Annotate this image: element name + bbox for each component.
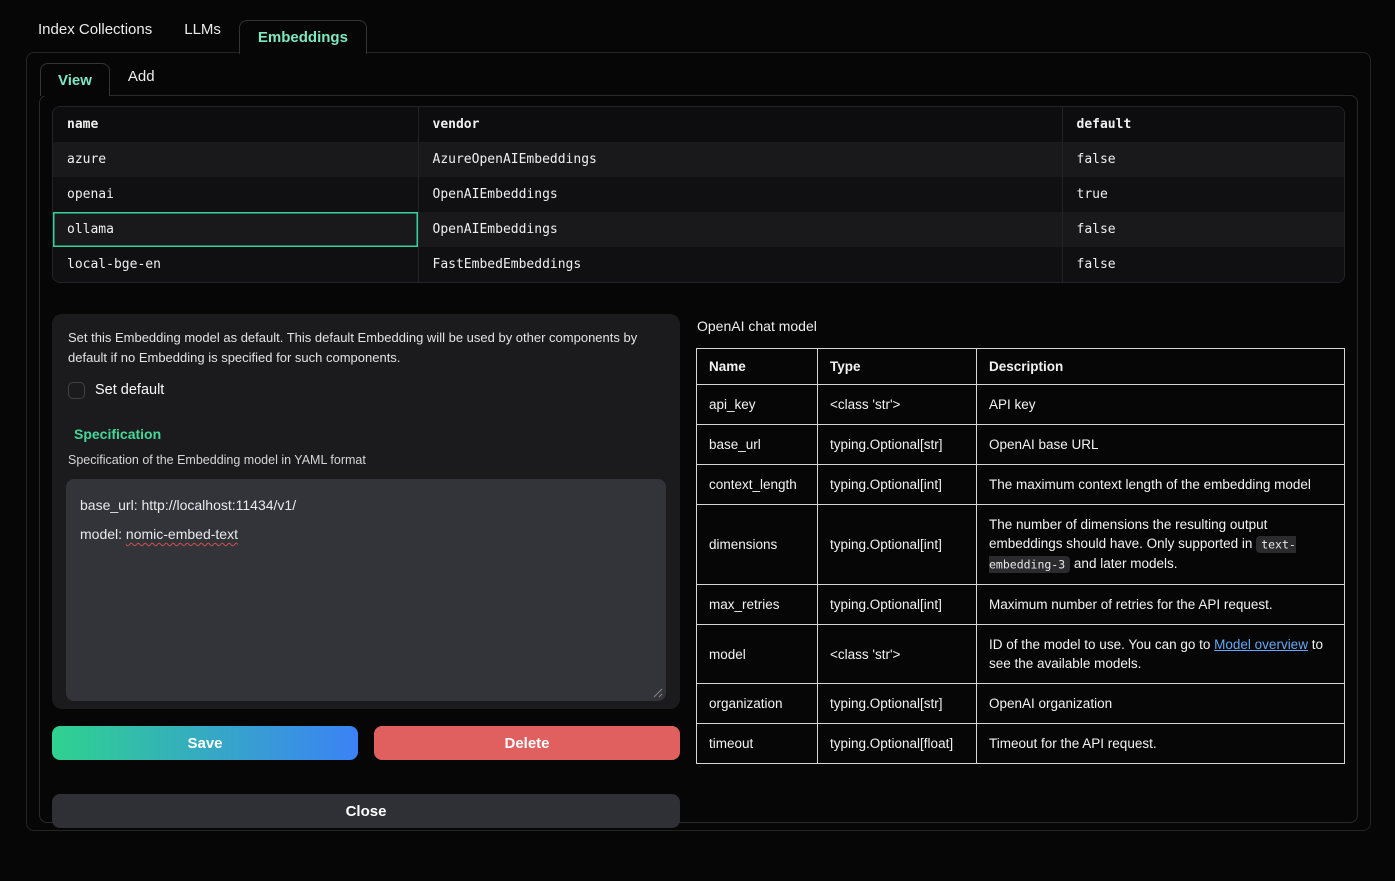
param-description: The number of dimensions the resulting o… [977,505,1345,585]
embedding-row-openai[interactable]: openaiOpenAIEmbeddingstrue [53,177,1344,212]
specification-subtitle: Specification of the Embedding model in … [66,453,666,467]
embedding-row-local-bge-en[interactable]: local-bge-enFastEmbedEmbeddingsfalse [53,247,1344,282]
column-header-vendor: vendor [418,107,1062,142]
param-row-max_retries: max_retriestyping.Optional[int]Maximum n… [697,585,1345,625]
param-description: ID of the model to use. You can go to Mo… [977,625,1345,684]
param-description: OpenAI organization [977,684,1345,724]
param-row-organization: organizationtyping.Optional[str]OpenAI o… [697,684,1345,724]
specification-heading: Specification [66,426,666,442]
param-description: Timeout for the API request. [977,724,1345,764]
param-row-context_length: context_lengthtyping.Optional[int]The ma… [697,465,1345,505]
cell-vendor[interactable]: AzureOpenAIEmbeddings [418,142,1062,177]
param-row-timeout: timeouttyping.Optional[float]Timeout for… [697,724,1345,764]
save-button[interactable]: Save [52,726,358,760]
model-info-title: OpenAI chat model [696,314,1345,334]
tab-add[interactable]: Add [110,68,173,95]
cell-default[interactable]: true [1062,177,1344,212]
param-type: typing.Optional[float] [818,724,977,764]
cell-name[interactable]: openai [53,177,418,212]
sub-tab-bar: View Add [27,53,1370,95]
param-name: dimensions [697,505,818,585]
param-description: The maximum context length of the embedd… [977,465,1345,505]
cell-default[interactable]: false [1062,247,1344,282]
embeddings-table-header: name vendor default [53,107,1344,142]
model-info-column: OpenAI chat model Name Type Description … [696,314,1345,828]
tab-index-collections[interactable]: Index Collections [22,21,168,53]
param-name: max_retries [697,585,818,625]
tab-embeddings[interactable]: Embeddings [239,20,367,54]
column-header-name: name [53,107,418,142]
model-info-table: Name Type Description api_key<class 'str… [696,348,1345,764]
cell-default[interactable]: false [1062,212,1344,247]
yaml-spec-editor[interactable]: base_url: http://localhost:11434/v1/mode… [66,479,666,701]
param-type: typing.Optional[int] [818,505,977,585]
column-header-param-description: Description [977,349,1345,385]
param-type: typing.Optional[int] [818,585,977,625]
embedding-row-ollama[interactable]: ollamaOpenAIEmbeddingsfalse [53,212,1344,247]
cell-vendor[interactable]: FastEmbedEmbeddings [418,247,1062,282]
view-panel: name vendor default azureAzureOpenAIEmbe… [39,95,1358,823]
resize-handle-icon[interactable] [652,687,663,698]
param-type: typing.Optional[str] [818,684,977,724]
cell-name[interactable]: ollama [53,212,418,247]
param-type: typing.Optional[int] [818,465,977,505]
param-name: context_length [697,465,818,505]
default-and-spec-panel: Set this Embedding model as default. Thi… [52,314,680,709]
column-header-param-name: Name [697,349,818,385]
embedding-detail-column: Set this Embedding model as default. Thi… [52,314,680,828]
embedding-row-azure[interactable]: azureAzureOpenAIEmbeddingsfalse [53,142,1344,177]
cell-vendor[interactable]: OpenAIEmbeddings [418,212,1062,247]
cell-name[interactable]: local-bge-en [53,247,418,282]
param-type: <class 'str'> [818,625,977,684]
inline-code: text-embedding-3 [989,536,1296,573]
tab-llms[interactable]: LLMs [168,21,237,53]
model-overview-link[interactable]: Model overview [1214,637,1308,652]
yaml-line: base_url: http://localhost:11434/v1/ [80,491,652,520]
misspelled-text: nomic-embed-text [126,526,238,542]
main-tab-bar: Index Collections LLMs Embeddings [0,0,1395,53]
embeddings-table: name vendor default azureAzureOpenAIEmbe… [52,106,1345,283]
param-type: <class 'str'> [818,385,977,425]
set-default-label: Set default [95,382,164,398]
param-name: base_url [697,425,818,465]
cell-vendor[interactable]: OpenAIEmbeddings [418,177,1062,212]
column-header-param-type: Type [818,349,977,385]
param-description: OpenAI base URL [977,425,1345,465]
param-description: API key [977,385,1345,425]
param-name: api_key [697,385,818,425]
close-button[interactable]: Close [52,794,680,828]
param-row-base_url: base_urltyping.Optional[str]OpenAI base … [697,425,1345,465]
param-name: organization [697,684,818,724]
param-name: timeout [697,724,818,764]
param-row-model: model<class 'str'>ID of the model to use… [697,625,1345,684]
cell-default[interactable]: false [1062,142,1344,177]
embeddings-panel: View Add name vendor default azureAzureO… [26,52,1371,831]
param-name: model [697,625,818,684]
yaml-line: model: nomic-embed-text [80,520,652,549]
delete-button[interactable]: Delete [374,726,680,760]
action-buttons-row: Save Delete [52,726,680,760]
set-default-checkbox[interactable] [68,382,85,399]
column-header-default: default [1062,107,1344,142]
param-row-api_key: api_key<class 'str'>API key [697,385,1345,425]
set-default-description: Set this Embedding model as default. Thi… [66,326,666,368]
param-description: Maximum number of retries for the API re… [977,585,1345,625]
tab-view[interactable]: View [40,63,110,96]
cell-name[interactable]: azure [53,142,418,177]
set-default-row: Set default [66,380,666,400]
model-info-header: Name Type Description [697,349,1345,385]
param-row-dimensions: dimensionstyping.Optional[int]The number… [697,505,1345,585]
param-type: typing.Optional[str] [818,425,977,465]
